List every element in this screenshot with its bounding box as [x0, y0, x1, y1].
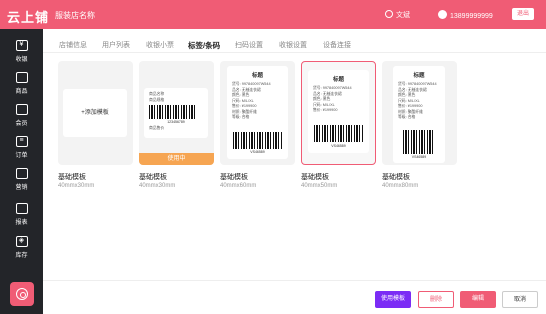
sidebar-item-orders[interactable]: ≡ 订单 — [0, 133, 43, 163]
barcode — [314, 125, 363, 142]
sidebar-item-label: 会员 — [15, 121, 28, 127]
template-name: 基础模板 — [382, 174, 410, 181]
label-title: 标题 — [332, 77, 344, 83]
barcode-number: VS46589 — [250, 150, 265, 154]
avatar-icon — [438, 10, 447, 19]
label-line: 商品售价 — [149, 126, 165, 130]
marketing-icon — [15, 168, 28, 179]
template-size: 40mmx80mm — [382, 183, 419, 189]
bag-icon — [15, 72, 28, 83]
sidebar-item-label: 订单 — [15, 153, 28, 159]
phone-number: 13899999999 — [450, 13, 493, 20]
member-icon — [15, 104, 28, 115]
template-name: 基础模板 — [301, 174, 329, 181]
sidebar-item-label: 商品 — [15, 89, 28, 95]
use-template-button[interactable]: 使用模板 — [375, 291, 411, 308]
template-name: 基础模板 — [58, 174, 86, 181]
template-card[interactable]: 商品名称 商品规格 123456789 商品售价 使用中 — [139, 61, 214, 165]
template-name: 基础模板 — [139, 174, 167, 181]
settings-icon — [16, 288, 28, 300]
add-template-card[interactable]: +添加模板 — [58, 61, 133, 165]
delete-button[interactable]: 删除 — [418, 291, 454, 308]
sidebar-item-label: 报表 — [15, 220, 28, 226]
barcode — [403, 130, 435, 154]
sidebar-item-marketing[interactable]: 营销 — [0, 165, 43, 195]
sidebar-item-members[interactable]: 会员 — [0, 101, 43, 131]
user-name: 文斌 — [396, 12, 410, 19]
sidebar-item-label: 营销 — [15, 185, 28, 191]
template-card[interactable]: 标题 货号: 997840097W544 品名: 无袖连衣裙 颜色: 黑色 尺码… — [382, 61, 457, 165]
label-preview: 标题 货号: 997840097W544 品名: 无袖连衣裙 颜色: 黑色 尺码… — [308, 70, 369, 153]
sidebar: ¥ 收银 商品 会员 ≡ 订单 营销 报表 ◈ 库存 — [0, 29, 43, 314]
template-card[interactable]: 标题 货号: 997840097W544 品名: 无袖连衣裙 颜色: 黑色 尺码… — [220, 61, 295, 165]
barcode-number: VS46589 — [411, 155, 427, 159]
yen-icon: ¥ — [15, 40, 28, 51]
tab-label-barcode[interactable]: 标签/条码 — [188, 40, 221, 55]
label-preview: 标题 货号: 997840097W544 品名: 无袖连衣裙 颜色: 黑色 尺码… — [227, 66, 288, 159]
store-name: 服装店名称 — [55, 11, 95, 20]
tab-cashier-settings[interactable]: 收银设置 — [279, 40, 307, 50]
report-icon — [15, 203, 28, 214]
template-name: 基础模板 — [220, 174, 248, 181]
sidebar-item-cashier[interactable]: ¥ 收银 — [0, 37, 43, 67]
template-grid: +添加模板 基础模板 40mmx30mm 商品名称 商品规格 123456789… — [43, 53, 546, 280]
sidebar-item-label: 库存 — [15, 253, 28, 259]
sidebar-item-label: 收银 — [15, 57, 28, 63]
app-logo: 云上铺 — [7, 10, 50, 25]
tab-store-info[interactable]: 店铺信息 — [59, 40, 87, 50]
template-size: 40mmx30mm — [139, 183, 176, 189]
label-line: 售价: ¥199900 — [313, 108, 338, 112]
template-size: 40mmx30mm — [58, 183, 95, 189]
settings-button[interactable] — [10, 282, 34, 306]
user-icon — [385, 10, 393, 18]
settings-tabs: 店铺信息 用户列表 收银小票 标签/条码 扫码设置 收银设置 设备连接 — [43, 29, 546, 55]
label-line: 等级: 合格 — [398, 115, 416, 119]
phone-display: 13899999999 — [438, 10, 493, 20]
label-title: 标题 — [251, 73, 263, 79]
sidebar-item-products[interactable]: 商品 — [0, 69, 43, 99]
template-size: 40mmx50mm — [301, 183, 338, 189]
label-preview: 标题 货号: 997840097W544 品名: 无袖连衣裙 颜色: 黑色 尺码… — [393, 66, 445, 163]
label-line: 商品规格 — [149, 97, 165, 102]
footer-actions: 使用模板 删除 编辑 取消 — [43, 280, 546, 314]
template-size: 40mmx60mm — [220, 183, 257, 189]
cancel-button[interactable]: 取消 — [502, 291, 538, 308]
tab-scan-settings[interactable]: 扫码设置 — [235, 40, 263, 50]
label-line: 等级: 合格 — [232, 115, 250, 119]
user-menu[interactable]: 文斌 — [385, 10, 410, 20]
add-template-button[interactable]: +添加模板 — [63, 89, 127, 137]
sidebar-item-stock[interactable]: ◈ 库存 — [0, 233, 43, 263]
stock-icon: ◈ — [15, 236, 28, 247]
edit-button[interactable]: 编辑 — [460, 291, 496, 308]
barcode — [233, 132, 282, 149]
order-icon: ≡ — [15, 136, 28, 147]
tab-user-list[interactable]: 用户列表 — [102, 40, 130, 50]
tab-device-connect[interactable]: 设备连接 — [323, 40, 351, 50]
logout-button[interactable]: 退出 — [512, 8, 534, 20]
label-title: 标题 — [413, 73, 425, 79]
template-card-selected[interactable]: 标题 货号: 997840097W544 品名: 无袖连衣裙 颜色: 黑色 尺码… — [301, 61, 376, 165]
in-use-badge: 使用中 — [139, 153, 214, 165]
barcode-number: VS46589 — [331, 144, 346, 148]
barcode-number: 123456789 — [167, 120, 185, 124]
label-preview: 商品名称 商品规格 123456789 商品售价 — [144, 88, 208, 138]
top-bar: 云上铺 服装店名称 文斌 13899999999 退出 — [0, 0, 546, 29]
tab-receipt[interactable]: 收银小票 — [146, 40, 174, 50]
barcode — [149, 105, 195, 119]
sidebar-item-reports[interactable]: 报表 — [0, 200, 43, 230]
